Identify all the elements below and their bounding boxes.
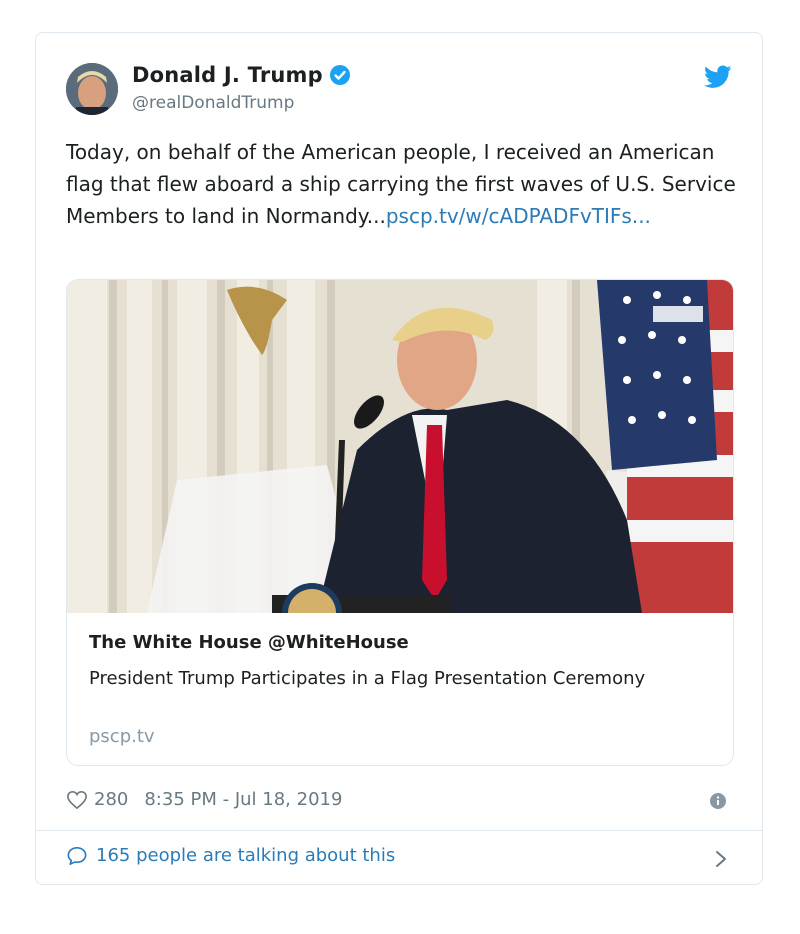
card-description[interactable]: President Trump Participates in a Flag P…: [89, 665, 689, 693]
speech-bubble-icon: [66, 846, 88, 866]
timestamp[interactable]: 8:35 PM - Jul 18, 2019: [144, 789, 342, 810]
preview-image[interactable]: [67, 280, 733, 643]
author-row: Donald J. Trump: [132, 63, 351, 87]
twitter-bird-icon[interactable]: [704, 65, 732, 89]
chevron-right-icon[interactable]: [714, 849, 728, 869]
meta-row: 280 8:35 PM - Jul 18, 2019: [66, 789, 342, 810]
verified-badge-icon: [329, 64, 351, 86]
link-preview-card[interactable]: The White House @WhiteHouse President Tr…: [66, 279, 734, 766]
avatar[interactable]: [66, 63, 118, 115]
like-count[interactable]: 280: [94, 789, 128, 810]
talking-count[interactable]: 165 people are talking about this: [96, 845, 395, 866]
heart-icon[interactable]: [66, 790, 88, 810]
tweet-text: Today, on behalf of the American people,…: [66, 136, 746, 232]
author-handle[interactable]: @realDonaldTrump: [132, 93, 294, 113]
info-icon[interactable]: [710, 793, 726, 809]
divider: [36, 830, 762, 831]
tweet-link[interactable]: pscp.tv/w/cADPADFvTIFs...: [386, 204, 651, 228]
embedded-tweet: Donald J. Trump @realDonaldTrump Today, …: [35, 32, 763, 885]
author-name[interactable]: Donald J. Trump: [132, 63, 323, 87]
card-title[interactable]: The White House @WhiteHouse: [89, 632, 409, 653]
conversation-link[interactable]: 165 people are talking about this: [66, 845, 395, 866]
card-domain[interactable]: pscp.tv: [89, 726, 155, 747]
